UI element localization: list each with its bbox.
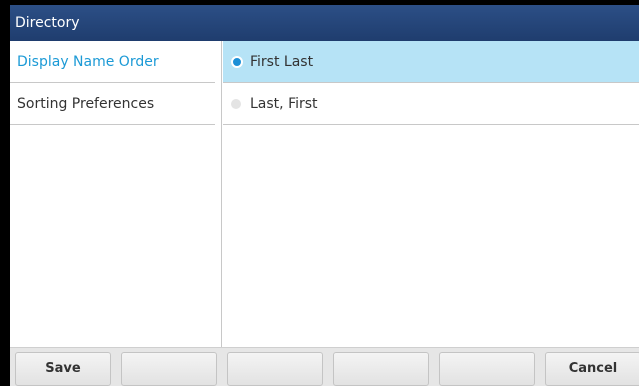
softkey-empty-1[interactable] xyxy=(121,352,217,386)
radio-unchecked-icon[interactable] xyxy=(231,99,241,109)
directory-screen: Directory Display Name Order Sorting Pre… xyxy=(10,5,639,386)
option-label: First Last xyxy=(250,54,314,70)
sidebar-item-display-name-order[interactable]: Display Name Order xyxy=(10,41,215,83)
softkey-bar: Save Cancel xyxy=(10,347,639,386)
sidebar-item-sorting-preferences[interactable]: Sorting Preferences xyxy=(10,83,215,125)
save-button[interactable]: Save xyxy=(15,352,111,386)
softkey-empty-4[interactable] xyxy=(439,352,535,386)
option-first-last[interactable]: First Last xyxy=(223,41,639,83)
radio-checked-icon[interactable] xyxy=(231,56,243,68)
cancel-button[interactable]: Cancel xyxy=(545,352,639,386)
sidebar: Display Name Order Sorting Preferences xyxy=(10,41,222,347)
option-label: Last, First xyxy=(250,96,318,112)
softkey-empty-2[interactable] xyxy=(227,352,323,386)
options-list: First Last Last, First xyxy=(223,41,639,347)
page-title: Directory xyxy=(10,5,639,41)
option-last-first[interactable]: Last, First xyxy=(223,83,639,125)
softkey-empty-3[interactable] xyxy=(333,352,429,386)
